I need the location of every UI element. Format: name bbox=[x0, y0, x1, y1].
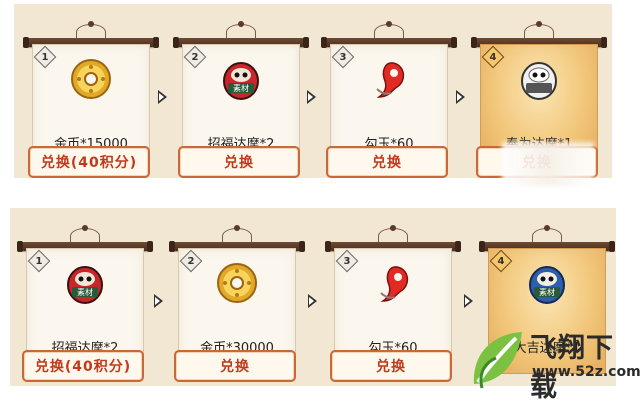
next-arrow-icon bbox=[456, 90, 465, 104]
white-daruma-icon bbox=[517, 57, 561, 101]
watermark-logo: 飞翔下载 www.52z.com bbox=[464, 322, 640, 403]
exchange-button[interactable]: 兑换 bbox=[178, 146, 300, 178]
rank-badge: 3 bbox=[335, 249, 359, 273]
next-arrow-icon bbox=[154, 294, 163, 308]
blur-patch bbox=[502, 142, 594, 186]
rank-badge: 1 bbox=[27, 249, 51, 273]
exchange-button[interactable]: 兑换(40积分) bbox=[28, 146, 150, 178]
rank-badge: 4 bbox=[481, 45, 505, 69]
magatama-icon bbox=[367, 57, 411, 101]
reward-scroll: 1 金币*15000 兑换(40积分) bbox=[23, 24, 159, 178]
exchange-button[interactable]: 兑换 bbox=[174, 350, 296, 382]
magatama-icon bbox=[371, 261, 415, 305]
next-arrow-icon bbox=[464, 294, 473, 308]
svg-text:素材: 素材 bbox=[539, 287, 555, 297]
reward-scroll: 3 勾玉*60 兑换 bbox=[321, 24, 457, 178]
gold-coin-icon bbox=[69, 57, 113, 101]
svg-text:素材: 素材 bbox=[77, 287, 93, 297]
reward-scroll: 2 素材 招福达摩*2 兑换 bbox=[173, 24, 309, 178]
gold-coin-icon bbox=[215, 261, 259, 305]
rank-badge: 2 bbox=[179, 249, 203, 273]
rank-badge: 2 bbox=[183, 45, 207, 69]
exchange-button[interactable]: 兑换 bbox=[330, 350, 452, 382]
rank-badge: 4 bbox=[489, 249, 513, 273]
reward-scroll: 3 勾玉*60 兑换 bbox=[325, 228, 461, 382]
watermark-url: www.52z.com bbox=[532, 364, 640, 380]
exchange-button[interactable]: 兑换(40积分) bbox=[22, 350, 144, 382]
red-daruma-icon: 素材 bbox=[219, 57, 263, 101]
reward-scroll: 1 素材 招福达摩*2 兑换(40积分) bbox=[17, 228, 153, 382]
leaf-logo-icon bbox=[473, 332, 522, 389]
exchange-button[interactable]: 兑换 bbox=[326, 146, 448, 178]
red-daruma-icon: 素材 bbox=[63, 261, 107, 305]
reward-scroll: 2 金币*30000 兑换 bbox=[169, 228, 305, 382]
next-arrow-icon bbox=[308, 294, 317, 308]
svg-text:素材: 素材 bbox=[233, 83, 249, 93]
next-arrow-icon bbox=[158, 90, 167, 104]
next-arrow-icon bbox=[307, 90, 316, 104]
blue-daruma-icon: 素材 bbox=[525, 261, 569, 305]
rank-badge: 1 bbox=[33, 45, 57, 69]
rank-badge: 3 bbox=[331, 45, 355, 69]
